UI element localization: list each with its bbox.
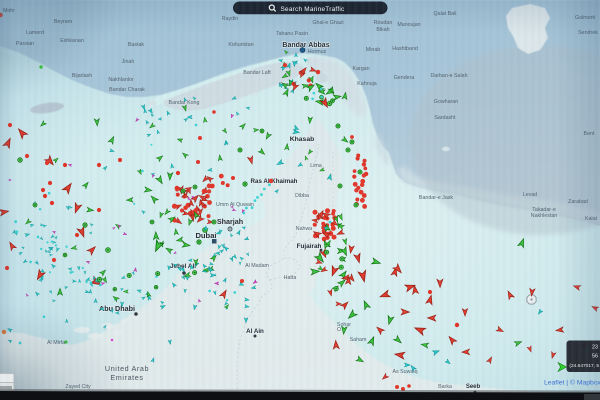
svg-text:Search MarineTraffic: Search MarineTraffic <box>281 6 346 13</box>
svg-text:(24.647017, 5: (24.647017, 5 <box>569 363 599 369</box>
svg-text:23: 23 <box>592 345 598 351</box>
svg-text:Leaflet | © Mapbox: Leaflet | © Mapbox <box>544 379 600 387</box>
svg-text:56: 56 <box>592 354 598 360</box>
